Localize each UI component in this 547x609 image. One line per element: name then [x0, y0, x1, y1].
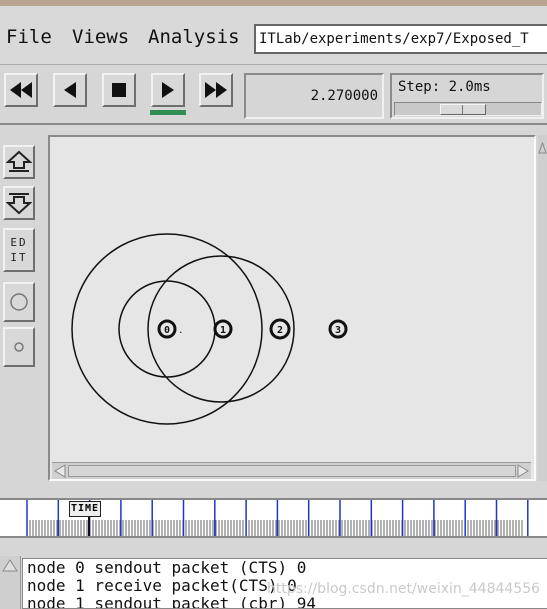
step-control: Step: 2.0ms — [390, 73, 544, 119]
canvas-horizontal-scrollbar[interactable] — [52, 462, 531, 479]
play-icon — [162, 82, 174, 98]
node-2[interactable]: 2 — [269, 318, 291, 340]
svg-text:.: . — [178, 326, 183, 336]
step-label: Step: 2.0ms — [398, 79, 491, 95]
edit-button[interactable]: ED IT — [3, 228, 35, 272]
small-circle-icon — [14, 342, 24, 352]
scroll-right-icon[interactable] — [517, 464, 529, 478]
play-active-indicator — [150, 110, 186, 115]
zoom-out-icon — [6, 193, 32, 215]
playback-toolbar: 2.270000 Step: 2.0ms — [0, 65, 547, 125]
log-scroll-up-icon[interactable] — [1, 558, 19, 574]
large-circle-button[interactable] — [3, 282, 35, 322]
menu-views[interactable]: Views — [72, 26, 129, 48]
fast-forward-icon — [205, 82, 227, 98]
step-back-button[interactable] — [53, 73, 87, 107]
network-view: . 0 1 2 3 — [71, 233, 348, 425]
current-time-display: 2.270000 — [244, 73, 384, 119]
step-back-icon — [64, 82, 76, 98]
file-path-field[interactable]: ITLab/experiments/exp7/Exposed_T — [254, 24, 547, 54]
time-marker[interactable]: TIME — [69, 501, 102, 517]
log-line: node 0 sendout packet (CTS) 0 — [27, 558, 307, 577]
zoom-in-icon — [6, 150, 32, 172]
stop-icon — [112, 83, 126, 97]
menu-analysis[interactable]: Analysis — [148, 26, 240, 48]
node-label-0: 0 — [164, 325, 170, 336]
small-circle-button[interactable] — [3, 327, 35, 367]
canvas-vertical-scrollbar[interactable] — [538, 135, 547, 481]
node-label-3: 3 — [335, 325, 341, 336]
node-3[interactable]: 3 — [328, 319, 348, 339]
play-button[interactable] — [151, 73, 185, 107]
timeline-track[interactable]: TIME — [0, 498, 547, 538]
node-1[interactable]: 1 — [213, 319, 233, 339]
zoom-out-button[interactable] — [3, 186, 35, 220]
rewind-button[interactable] — [4, 73, 38, 107]
fast-forward-button[interactable] — [199, 73, 233, 107]
large-circle-icon — [10, 293, 28, 311]
step-slider-track[interactable] — [394, 102, 542, 116]
log-line: node 1 sendout packet (cbr) 94 — [27, 594, 316, 609]
node-label-1: 1 — [220, 325, 226, 336]
horizontal-scroll-thumb[interactable] — [68, 465, 516, 477]
watermark-text: https://blog.csdn.net/weixin_44844556 — [267, 581, 541, 597]
log-scrollbar[interactable] — [0, 556, 21, 609]
step-slider-thumb[interactable] — [440, 104, 486, 115]
scroll-up-icon[interactable] — [538, 139, 547, 159]
rewind-icon — [10, 82, 32, 98]
scroll-left-icon[interactable] — [54, 464, 66, 478]
simulation-canvas[interactable]: . 0 1 2 3 — [48, 135, 536, 481]
stop-button[interactable] — [102, 73, 136, 107]
node-label-2: 2 — [277, 325, 283, 336]
node-0[interactable]: 0 — [157, 319, 177, 339]
zoom-in-button[interactable] — [3, 145, 35, 179]
menu-file[interactable]: File — [6, 26, 52, 48]
left-toolbar: ED IT — [0, 127, 44, 487]
menu-bar: File Views Analysis ITLab/experiments/ex… — [0, 6, 547, 65]
